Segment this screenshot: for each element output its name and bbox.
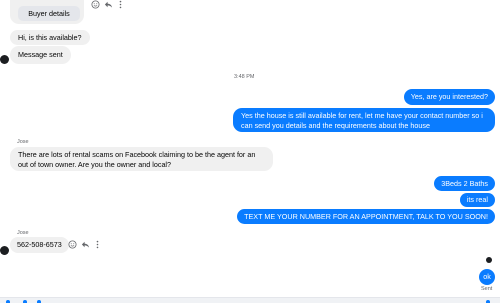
message-outgoing: ok [479,269,495,285]
message-incoming: Hi, is this available? [10,30,90,45]
more-icon[interactable] [116,0,125,9]
avatar[interactable] [0,246,9,255]
smiley-icon[interactable] [91,0,100,9]
message-outgoing: Yes the house is still available for ren… [233,108,495,132]
sent-status: Sent [481,286,493,292]
buyer-details-button[interactable]: Buyer details [18,6,80,21]
composer-bar [0,297,500,303]
message-incoming: There are lots of rental scams on Facebo… [10,147,273,171]
message-incoming: Message sent [10,46,71,64]
smiley-icon[interactable] [68,240,77,249]
message-incoming: 562-508-6573 [10,237,69,253]
reply-icon[interactable] [104,0,113,9]
avatar[interactable] [0,55,9,64]
time-separator: 3:48 PM [234,74,255,80]
sender-name: Jose [17,139,29,145]
reply-icon[interactable] [81,240,90,249]
message-outgoing: its real [459,193,495,207]
message-outgoing: TEXT ME YOUR NUMBER FOR AN APPOINTMENT, … [237,209,495,224]
read-receipt-avatar [486,257,492,263]
more-icon[interactable] [93,240,102,249]
message-outgoing: 3Beds 2 Baths [434,176,495,191]
sender-name: Jose [17,230,29,236]
message-outgoing: Yes, are you interested? [403,89,495,105]
